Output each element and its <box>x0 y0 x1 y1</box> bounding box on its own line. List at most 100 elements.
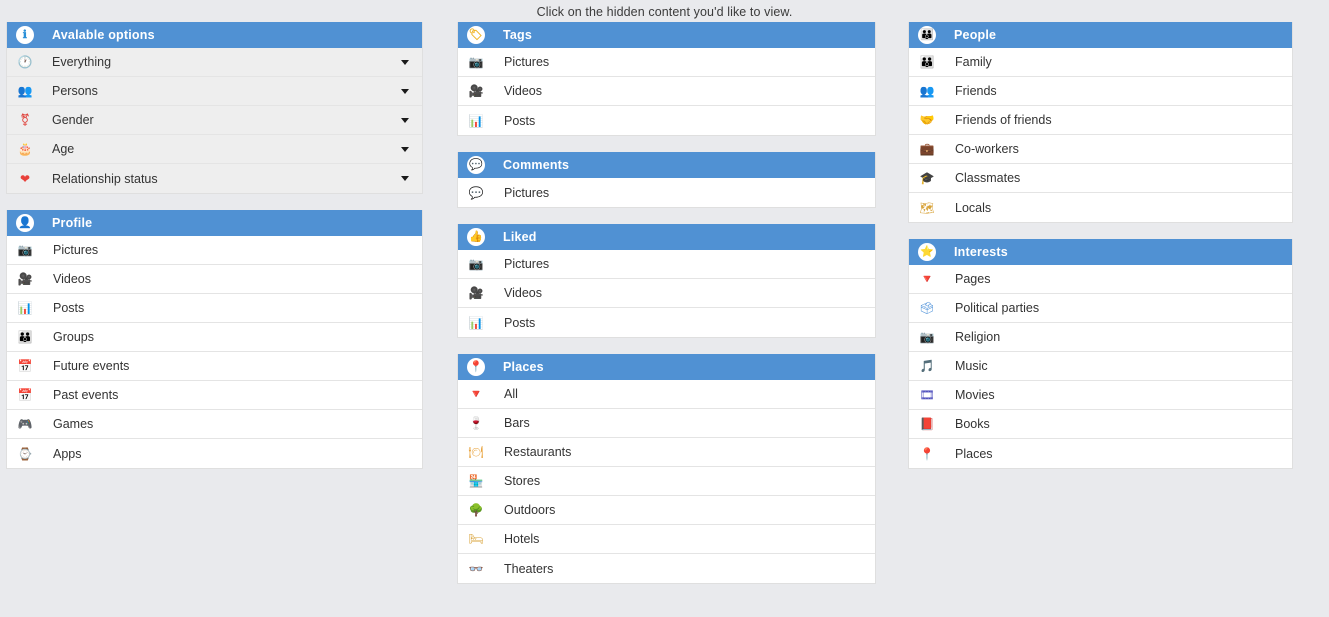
panel-header-available-options[interactable]: ℹ Avalable options <box>7 22 422 48</box>
panel-header-interests[interactable]: ⭐ Interests <box>909 239 1292 265</box>
list-item-label: Locals <box>955 200 992 215</box>
person-badge-icon: 👤 <box>16 214 34 232</box>
list-item[interactable]: 👥 Friends <box>909 77 1292 106</box>
list-item[interactable]: 🏪 Stores <box>458 467 875 496</box>
bar-chart-icon: 📊 <box>17 301 33 315</box>
list-item[interactable]: 🎥 Videos <box>458 279 875 308</box>
column-right: 👪 People 👪 Family 👥 Friends 🤝 Friends of friend… <box>908 22 1293 469</box>
list-item[interactable]: 🎥 Videos <box>7 265 422 294</box>
panel-columns: ℹ Avalable options 🕐 Everything 👥 Persons ⚧ Gen… <box>0 22 1329 584</box>
list-item[interactable]: 🎓 Classmates <box>909 164 1292 193</box>
page-title: Click on the hidden content you'd like t… <box>536 5 793 19</box>
list-item[interactable]: 🍷 Bars <box>458 409 875 438</box>
chevron-down-icon[interactable] <box>401 88 409 94</box>
list-item[interactable]: 📷 Pictures <box>458 48 875 77</box>
list-item[interactable]: 👪 Family <box>909 48 1292 77</box>
speech-bubble-icon: 💬 <box>468 185 484 200</box>
list-item[interactable]: 🎂 Age <box>7 135 422 164</box>
graduation-cap-icon: 🎓 <box>919 171 935 185</box>
panel-available-options: ℹ Avalable options 🕐 Everything 👥 Persons ⚧ Gen… <box>6 22 423 194</box>
panel-places: 📍 Places 🔻 All 🍷 Bars 🍽 Restaurants 🏪 Stores 🌳 Outd… <box>457 354 876 584</box>
list-item[interactable]: 📷 Religion <box>909 323 1292 352</box>
panel-title: Tags <box>503 28 533 42</box>
panel-header-profile[interactable]: 👤 Profile <box>7 210 422 236</box>
list-item[interactable]: 📅 Future events <box>7 352 422 381</box>
comment-icon: 💬 <box>467 156 485 174</box>
list-item[interactable]: 🎵 Music <box>909 352 1292 381</box>
list-item[interactable]: 👓 Theaters <box>458 554 875 583</box>
filter-icon: 🔻 <box>919 272 935 286</box>
list-item-label: Places <box>955 446 993 461</box>
briefcase-icon: 💼 <box>919 142 935 156</box>
movie-camera-icon: 🎥 <box>468 84 484 98</box>
book-icon: 📕 <box>919 417 935 431</box>
chevron-down-icon[interactable] <box>401 176 409 181</box>
podium-icon: 🗳 <box>919 301 935 315</box>
chevron-down-icon[interactable] <box>401 117 409 123</box>
list-item[interactable]: 📍 Places <box>909 439 1292 468</box>
list-item[interactable]: 🎥 Videos <box>458 77 875 106</box>
list-item-label: Posts <box>504 113 536 128</box>
list-item-label: Theaters <box>504 561 554 576</box>
list-item[interactable]: 🌳 Outdoors <box>458 496 875 525</box>
clock-icon: 🕐 <box>17 55 33 69</box>
list-item[interactable]: 👪 Groups <box>7 323 422 352</box>
list-item-label: Future events <box>53 359 130 373</box>
list-item-label: Videos <box>504 84 542 98</box>
list-item[interactable]: 👥 Persons <box>7 77 422 106</box>
list-item[interactable]: 📷 Pictures <box>458 250 875 279</box>
list-item[interactable]: 📅 Past events <box>7 381 422 410</box>
list-item[interactable]: 🛏 Hotels <box>458 525 875 554</box>
column-middle: 🏷 Tags 📷 Pictures 🎥 Videos 📊 Posts 💬 Comments 💬 Pic… <box>457 22 876 584</box>
menu-card-icon: 🍽 <box>468 445 484 459</box>
list-item[interactable]: 🔻 Pages <box>909 265 1292 294</box>
list-item[interactable]: 📊 Posts <box>458 308 875 337</box>
list-item[interactable]: 🍽 Restaurants <box>458 438 875 467</box>
panel-header-people[interactable]: 👪 People <box>909 22 1292 48</box>
wine-glass-icon: 🍷 <box>468 416 484 430</box>
list-item[interactable]: 📊 Posts <box>7 294 422 323</box>
list-item[interactable]: 🤝 Friends of friends <box>909 106 1292 135</box>
panel-header-comments[interactable]: 💬 Comments <box>458 152 875 178</box>
camera-icon: 📷 <box>468 257 484 271</box>
list-item[interactable]: 🗳 Political parties <box>909 294 1292 323</box>
list-item[interactable]: 🔻 All <box>458 380 875 409</box>
list-item-label: Groups <box>53 330 94 344</box>
watch-icon: ⌚ <box>17 446 33 461</box>
chevron-down-icon[interactable] <box>401 59 409 65</box>
list-item[interactable]: ⚧ Gender <box>7 106 422 135</box>
list-item[interactable]: ⌚ Apps <box>7 439 422 468</box>
list-item[interactable]: 🗺 Locals <box>909 193 1292 222</box>
panel-header-tags[interactable]: 🏷 Tags <box>458 22 875 48</box>
filter-icon: 🔻 <box>468 387 484 401</box>
list-item[interactable]: 🎮 Games <box>7 410 422 439</box>
panel-header-liked[interactable]: 👍 Liked <box>458 224 875 250</box>
list-item-label: Political parties <box>955 301 1040 315</box>
chevron-down-icon[interactable] <box>401 146 409 152</box>
list-item[interactable]: 💬 Pictures <box>458 178 875 207</box>
panel-header-places[interactable]: 📍 Places <box>458 354 875 380</box>
list-item-label: Movies <box>955 388 995 402</box>
list-item[interactable]: 📷 Pictures <box>7 236 422 265</box>
calendar-icon: 📅 <box>17 359 33 373</box>
info-circle-icon: ℹ <box>16 26 34 44</box>
list-item[interactable]: ❤ Relationship status <box>7 164 422 193</box>
list-item[interactable]: 🎞 Movies <box>909 381 1292 410</box>
list-item[interactable]: 📕 Books <box>909 410 1292 439</box>
map-icon: 🗺 <box>919 200 935 215</box>
gamepad-icon: 🎮 <box>17 417 33 431</box>
star-icon: ⭐ <box>918 243 936 261</box>
list-item[interactable]: 📊 Posts <box>458 106 875 135</box>
list-item-label: Books <box>955 417 990 431</box>
bar-chart-icon: 📊 <box>468 315 484 330</box>
list-item[interactable]: 💼 Co-workers <box>909 135 1292 164</box>
list-item[interactable]: 🕐 Everything <box>7 48 422 77</box>
list-item-label: Co-workers <box>955 142 1019 156</box>
list-item-label: Relationship status <box>52 171 158 186</box>
list-item-label: Pages <box>955 272 991 286</box>
panel-title: Places <box>503 360 544 374</box>
movie-camera-icon: 🎥 <box>468 286 484 300</box>
list-item-label: Stores <box>504 474 541 488</box>
list-item-label: Pictures <box>504 257 550 271</box>
list-item-label: Music <box>955 359 988 373</box>
